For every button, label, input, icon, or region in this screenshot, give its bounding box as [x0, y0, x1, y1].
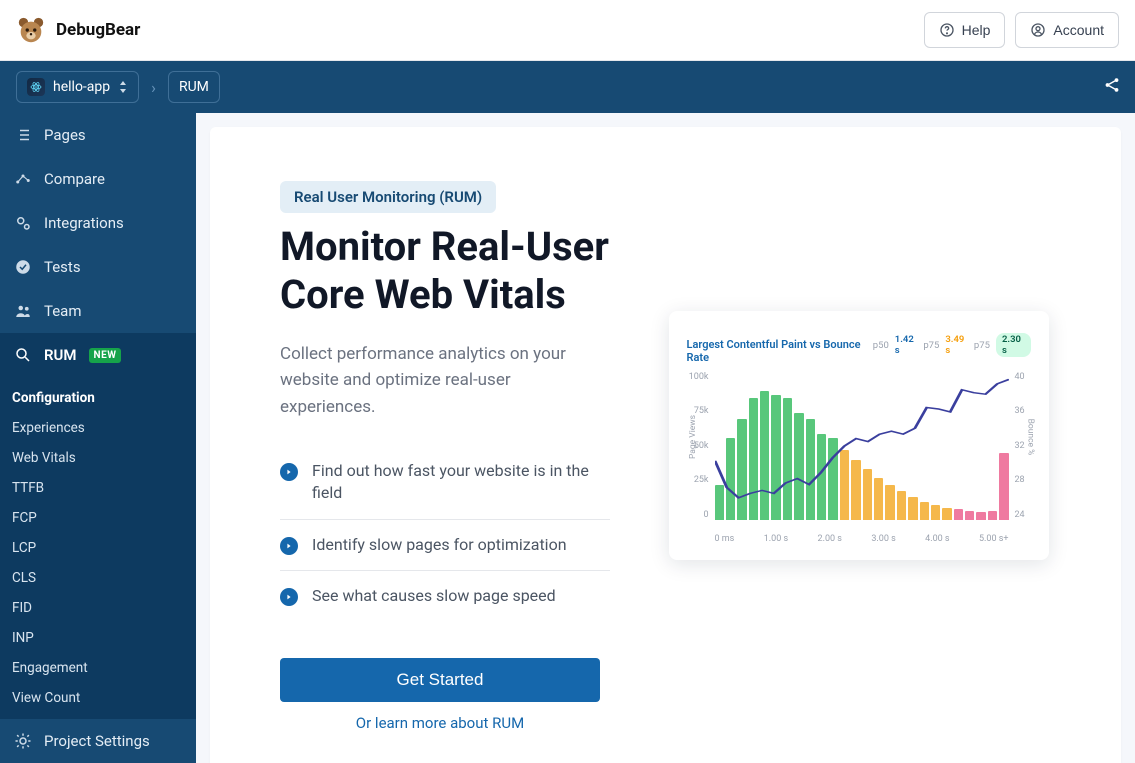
- sidebar: Pages Compare Integrations Tests Team RU…: [0, 113, 196, 763]
- gear-icon: [14, 732, 32, 750]
- brand[interactable]: DebugBear: [16, 15, 140, 45]
- account-button[interactable]: Account: [1015, 12, 1119, 48]
- compare-icon: [14, 170, 32, 188]
- chart-metrics: p501.42 sp753.49 sp752.30 s: [873, 333, 1031, 357]
- breadcrumb-bar: hello-app › RUM: [0, 61, 1135, 113]
- sidebar-item-label: Integrations: [44, 214, 124, 232]
- account-icon: [1030, 22, 1046, 38]
- magnify-icon: [14, 346, 32, 364]
- arrow-circle-icon: [280, 463, 298, 481]
- plot-area: [715, 372, 1009, 520]
- help-icon: [939, 22, 955, 38]
- sidebar-item-tests[interactable]: Tests: [0, 245, 196, 289]
- rum-sub-ttfb[interactable]: TTFB: [0, 473, 196, 503]
- share-icon: [1103, 76, 1121, 94]
- check-circle-icon: [14, 258, 32, 276]
- feature-item: Identify slow pages for optimization: [280, 520, 610, 571]
- rum-sub-view-count[interactable]: View Count: [0, 683, 196, 713]
- team-icon: [14, 302, 32, 320]
- feature-pill: Real User Monitoring (RUM): [280, 181, 496, 213]
- sidebar-item-label: Pages: [44, 126, 86, 144]
- page-title: Monitor Real-User Core Web Vitals: [280, 223, 610, 319]
- chevron-right-icon: ›: [151, 78, 156, 97]
- rum-sub-cls[interactable]: CLS: [0, 563, 196, 593]
- rum-sub-web-vitals[interactable]: Web Vitals: [0, 443, 196, 473]
- list-icon: [14, 126, 32, 144]
- chart-card: Largest Contentful Paint vs Bounce Rate …: [669, 311, 1049, 560]
- rum-sub-engagement[interactable]: Engagement: [0, 653, 196, 683]
- get-started-button[interactable]: Get Started: [280, 658, 600, 702]
- content-area: Real User Monitoring (RUM) Monitor Real-…: [196, 113, 1135, 763]
- rum-sub-inp[interactable]: INP: [0, 623, 196, 653]
- rum-sub-experiences[interactable]: Experiences: [0, 413, 196, 443]
- top-actions: Help Account: [924, 12, 1119, 48]
- share-button[interactable]: [1103, 76, 1121, 98]
- sidebar-item-project-settings[interactable]: Project Settings: [0, 719, 196, 763]
- hero-card: Real User Monitoring (RUM) Monitor Real-…: [210, 127, 1121, 763]
- feature-item: See what causes slow page speed: [280, 571, 610, 621]
- sidebar-item-label: Project Settings: [44, 732, 150, 750]
- feature-list: Find out how fast your website is in the…: [280, 446, 610, 622]
- rum-submenu: ConfigurationExperiencesWeb VitalsTTFBFC…: [0, 377, 196, 719]
- top-bar: DebugBear Help Account: [0, 0, 1135, 61]
- bounce-line: [715, 372, 1009, 520]
- help-label: Help: [962, 22, 991, 38]
- sidebar-item-pages[interactable]: Pages: [0, 113, 196, 157]
- feature-item: Find out how fast your website is in the…: [280, 446, 610, 520]
- sidebar-item-label: Tests: [44, 258, 81, 276]
- rum-sub-lcp[interactable]: LCP: [0, 533, 196, 563]
- chart-body: Page Views Bounce % 100k75k50k25k0 40363…: [683, 372, 1035, 544]
- new-badge: NEW: [89, 348, 122, 363]
- sidebar-item-label: Compare: [44, 170, 105, 188]
- lead-text: Collect performance analytics on your we…: [280, 341, 610, 420]
- project-name: hello-app: [53, 79, 110, 95]
- sidebar-item-label: RUM: [44, 346, 77, 364]
- sidebar-item-integrations[interactable]: Integrations: [0, 201, 196, 245]
- arrow-circle-icon: [280, 537, 298, 555]
- sidebar-item-compare[interactable]: Compare: [0, 157, 196, 201]
- rum-sub-fcp[interactable]: FCP: [0, 503, 196, 533]
- y-axis-left: 100k75k50k25k0: [683, 372, 709, 520]
- learn-more-link[interactable]: Or learn more about RUM: [280, 714, 600, 732]
- y-axis-right: 4036322824: [1015, 372, 1035, 520]
- arrow-circle-icon: [280, 588, 298, 606]
- react-icon: [27, 78, 45, 96]
- sidebar-item-team[interactable]: Team: [0, 289, 196, 333]
- account-label: Account: [1053, 22, 1104, 38]
- x-axis: 0 ms1.00 s2.00 s3.00 s4.00 s5.00 s+: [715, 534, 1009, 544]
- help-button[interactable]: Help: [924, 12, 1006, 48]
- rum-sub-fid[interactable]: FID: [0, 593, 196, 623]
- sidebar-item-label: Team: [44, 302, 82, 320]
- chart-title: Largest Contentful Paint vs Bounce Rate: [687, 338, 873, 364]
- breadcrumb-current-label: RUM: [179, 79, 209, 95]
- sort-icon: [118, 81, 128, 93]
- project-selector[interactable]: hello-app: [16, 71, 139, 103]
- gears-icon: [14, 214, 32, 232]
- bear-logo-icon: [16, 15, 46, 45]
- brand-name: DebugBear: [56, 20, 140, 40]
- sidebar-item-rum[interactable]: RUM NEW: [0, 333, 196, 377]
- rum-sub-configuration[interactable]: Configuration: [0, 383, 196, 413]
- breadcrumb-current[interactable]: RUM: [168, 71, 220, 103]
